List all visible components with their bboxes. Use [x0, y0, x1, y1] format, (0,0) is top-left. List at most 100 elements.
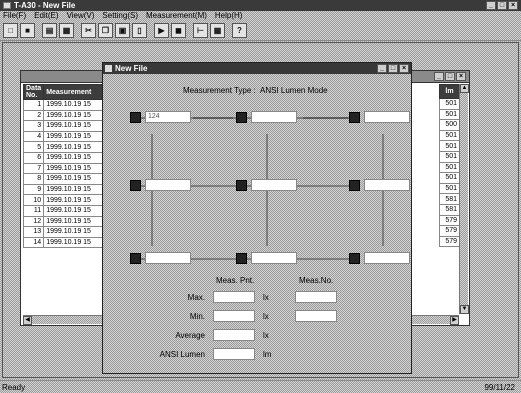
table-row[interactable]: 3 1999.10.19 15	[22, 120, 105, 132]
stat-ansi-lumen-field[interactable]	[213, 348, 255, 360]
table-row[interactable]: 6 1999.10.19 15	[22, 151, 105, 164]
zoom-icon[interactable]: ▯	[132, 23, 147, 38]
table-row[interactable]: 10 1999.10.19 15	[22, 194, 105, 206]
dialog-minimize-button[interactable]: _	[377, 64, 387, 73]
measure-point-field[interactable]	[145, 252, 191, 264]
table-row[interactable]: 501	[439, 140, 460, 152]
table-row[interactable]: 4 1999.10.19 15	[22, 130, 105, 143]
dialog-titlebar: New File _ □ ×	[103, 63, 411, 74]
dialog-maximize-button[interactable]: □	[388, 64, 398, 73]
measure-point-node[interactable]	[130, 253, 141, 264]
table-row[interactable]: 11 1999.10.19 15	[22, 204, 105, 217]
measure-point-node[interactable]	[349, 112, 360, 123]
table-row[interactable]: 8 1999.10.19 15	[22, 173, 105, 185]
table-row[interactable]: 7 1999.10.19 15	[22, 162, 105, 175]
scroll-down-icon[interactable]: ▼	[460, 305, 469, 314]
measure-point-node[interactable]	[349, 180, 360, 191]
maximize-button[interactable]: □	[497, 1, 507, 10]
dialog-close-button[interactable]: ×	[399, 64, 409, 73]
table-row[interactable]: 501	[439, 150, 460, 163]
measure-point-node[interactable]	[236, 180, 247, 191]
measure-point-node[interactable]	[236, 253, 247, 264]
measure-point-field[interactable]: 124	[145, 111, 191, 123]
measure-point-field[interactable]	[251, 111, 297, 123]
dialog-icon	[105, 65, 112, 72]
menu-help[interactable]: Help(H)	[215, 11, 243, 21]
minimize-button[interactable]: _	[486, 1, 496, 10]
table-row[interactable]: 579	[439, 214, 460, 227]
stat-min-no-field[interactable]	[295, 310, 337, 322]
table-row[interactable]: 14 1999.10.19 15	[22, 236, 105, 249]
paste-icon[interactable]: ▣	[115, 23, 130, 38]
graph-icon[interactable]: ⊢	[193, 23, 208, 38]
table-row[interactable]: 500	[439, 119, 460, 131]
data-window-close-button[interactable]: ×	[456, 72, 466, 81]
menu-measurement[interactable]: Measurement(M)	[146, 11, 207, 21]
table-row[interactable]: 501	[439, 182, 460, 195]
table-row[interactable]: 1 1999.10.19 15	[22, 99, 105, 111]
cell-lm: 581	[439, 193, 460, 205]
scroll-up-icon[interactable]: ▲	[460, 84, 469, 93]
menu-file[interactable]: File(F)	[3, 11, 26, 21]
col-header-lm[interactable]: lm	[439, 84, 460, 99]
measure-point-field[interactable]	[145, 179, 191, 191]
stat-min-field[interactable]	[213, 310, 255, 322]
data-window-controls: _ □ ×	[434, 72, 466, 81]
scroll-left-icon[interactable]: ◀	[23, 316, 32, 325]
cell-lm: 579	[439, 225, 460, 237]
print-preview-icon[interactable]: ▤	[42, 23, 57, 38]
table-row[interactable]: 579	[439, 235, 460, 248]
cut-icon[interactable]: ✂	[81, 23, 96, 38]
measure-point-field[interactable]	[251, 252, 297, 264]
stat-max-field[interactable]	[213, 291, 255, 303]
print-icon[interactable]: ▦	[59, 23, 74, 38]
data-window-maximize-button[interactable]: □	[445, 72, 455, 81]
measure-point-node[interactable]	[130, 180, 141, 191]
cell-no: 3	[22, 120, 45, 132]
table-row[interactable]: 501	[439, 161, 460, 174]
table-row[interactable]: 5 1999.10.19 15	[22, 141, 105, 153]
vertical-scrollbar[interactable]: ▲ ▼	[459, 84, 469, 314]
table-row[interactable]: 12 1999.10.19 15	[22, 215, 105, 228]
measure-start-icon[interactable]: ▶	[154, 23, 169, 38]
cell-datetime: 1999.10.19 15	[43, 204, 105, 217]
measure-point-field[interactable]	[364, 252, 410, 264]
measure-point-field[interactable]	[251, 179, 297, 191]
measure-point-field[interactable]	[364, 179, 410, 191]
col-header-measurement[interactable]: Measurement	[43, 84, 105, 100]
menu-setting[interactable]: Setting(S)	[102, 11, 138, 21]
measure-point-node[interactable]	[130, 112, 141, 123]
help-icon[interactable]: ?	[232, 23, 247, 38]
table-row[interactable]: 501	[439, 129, 460, 142]
measure-point-field[interactable]	[364, 111, 410, 123]
table-row[interactable]: 9 1999.10.19 15	[22, 183, 105, 196]
table-row[interactable]: 13 1999.10.19 15	[22, 226, 105, 238]
save-icon[interactable]: ■	[20, 23, 35, 38]
dialog-title: New File	[115, 64, 148, 73]
table-row[interactable]: 501	[439, 172, 460, 184]
cell-lm: 501	[439, 140, 460, 152]
stop-icon[interactable]: ◼	[171, 23, 186, 38]
data-window-minimize-button[interactable]: _	[434, 72, 444, 81]
stat-average-field[interactable]	[213, 329, 255, 341]
table-row[interactable]: 581	[439, 193, 460, 205]
new-icon[interactable]: □	[3, 23, 18, 38]
table-row[interactable]: 579	[439, 225, 460, 237]
table-row[interactable]: 2 1999.10.19 15	[22, 109, 105, 122]
stat-max-no-field[interactable]	[295, 291, 337, 303]
menu-edit[interactable]: Edit(E)	[34, 11, 58, 21]
copy-icon[interactable]: ❐	[98, 23, 113, 38]
col-header-data-no[interactable]: Data No.	[22, 84, 45, 100]
table-row[interactable]: 501	[439, 98, 460, 110]
cell-lm: 501	[439, 161, 460, 174]
menu-view[interactable]: View(V)	[67, 11, 95, 21]
close-button[interactable]: ×	[508, 1, 518, 10]
table-row[interactable]: 501	[439, 108, 460, 121]
cell-no: 14	[22, 236, 45, 249]
measure-point-node[interactable]	[349, 253, 360, 264]
table-row[interactable]: 581	[439, 203, 460, 216]
scroll-right-icon[interactable]: ▶	[450, 316, 459, 325]
stat-unit-max: lx	[263, 293, 269, 302]
measure-point-node[interactable]	[236, 112, 247, 123]
table-icon[interactable]: ▦	[210, 23, 225, 38]
